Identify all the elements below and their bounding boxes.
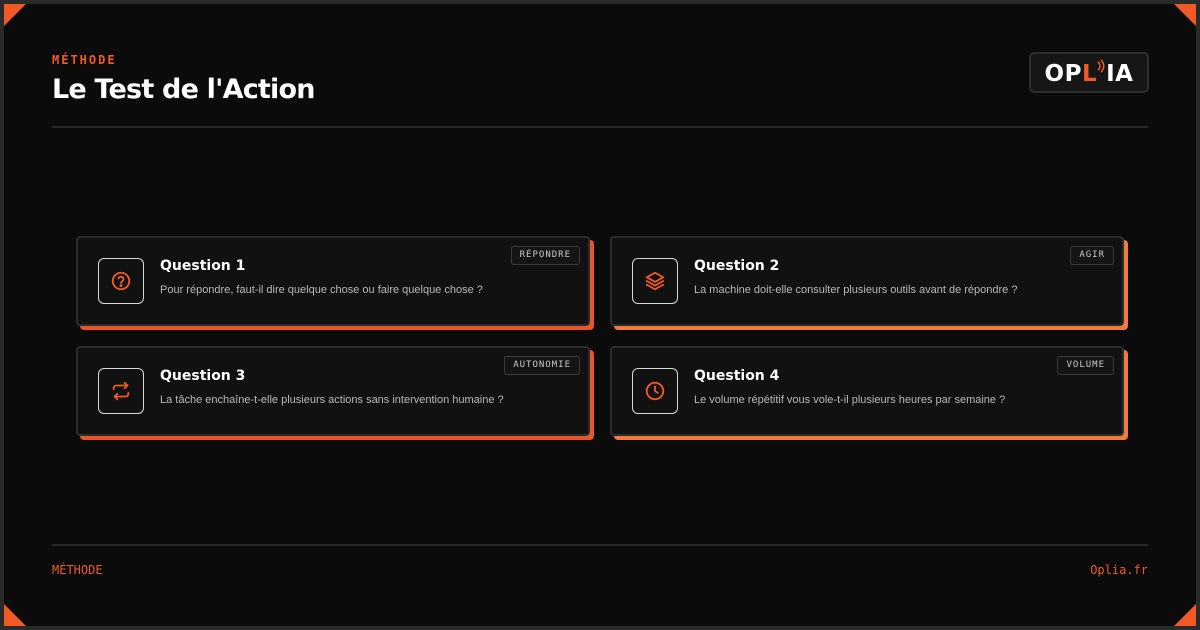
card-title: Question 3 [160,368,246,384]
logo-prefix: OP [1044,60,1082,87]
signal-icon [1097,58,1105,73]
question-card-1: Question 1 Pour répondre, faut-il dire q… [76,236,590,326]
card-title: Question 1 [160,258,246,274]
logo-accent-letter: L [1081,60,1098,87]
corner-accent-top-right [1174,4,1196,26]
card-question-text: La tâche enchaîne-t-elle plusieurs actio… [160,394,504,406]
card-title: Question 4 [694,368,780,384]
card-question-text: Pour répondre, faut-il dire quelque chos… [160,284,483,296]
card-question-text: Le volume répétitif vous vole-t-il plusi… [694,394,1006,406]
layers-icon [632,258,678,304]
footer-divider [52,544,1148,546]
brand-logo: OPL IA [1029,52,1149,93]
question-card-4: Question 4 Le volume répétitif vous vole… [610,346,1124,436]
question-card-3: Question 3 La tâche enchaîne-t-elle plus… [76,346,590,436]
page-title: Le Test de l'Action [52,74,315,105]
card-title: Question 2 [694,258,780,274]
card-tag: VOLUME [1057,356,1114,375]
slide: MÉTHODE Le Test de l'Action OPL IA Questi… [4,4,1196,626]
card-tag: AUTONOMIE [504,356,580,375]
logo-suffix: IA [1106,60,1134,87]
corner-accent-bottom-right [1174,604,1196,626]
footer-website-link[interactable]: Oplia.fr [1090,563,1148,577]
question-card-2: Question 2 La machine doit-elle consulte… [610,236,1124,326]
header-divider [52,126,1148,128]
card-tag: RÉPONDRE [510,246,580,265]
corner-accent-top-left [4,4,26,26]
repeat-arrows-icon [98,368,144,414]
clock-icon [632,368,678,414]
logo-wordmark: OPL IA [1044,58,1134,87]
question-circle-icon [98,258,144,304]
section-eyebrow: MÉTHODE [52,53,117,67]
corner-accent-bottom-left [4,604,26,626]
card-question-text: La machine doit-elle consulter plusieurs… [694,284,1018,296]
footer-section-label: MÉTHODE [52,563,103,577]
card-tag: AGIR [1070,246,1114,265]
